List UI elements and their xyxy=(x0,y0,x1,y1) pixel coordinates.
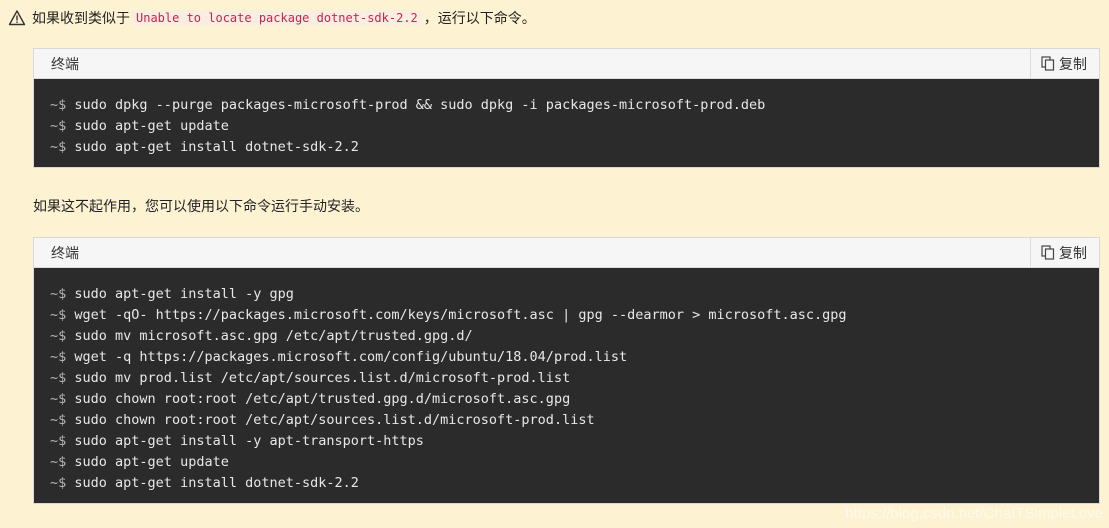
command-text: sudo mv prod.list /etc/apt/sources.list.… xyxy=(74,370,571,386)
copy-button[interactable]: 复制 xyxy=(1030,238,1099,267)
code-line: ~$ sudo apt-get update xyxy=(50,116,1083,137)
warning-triangle-icon xyxy=(8,10,26,26)
command-text: wget -q https://packages.microsoft.com/c… xyxy=(74,349,628,365)
command-text: sudo chown root:root /etc/apt/trusted.gp… xyxy=(74,391,571,407)
paragraph-text: 如果这不起作用，您可以使用以下命令运行手动安装。 xyxy=(33,199,369,215)
shell-prompt: ~$ xyxy=(50,454,67,470)
watermark-text: https://blog.csdn.net/ChaITSimpleLove xyxy=(845,505,1103,522)
terminal-body: ~$ sudo apt-get install -y gpg ~$ wget -q… xyxy=(34,268,1099,503)
code-line: ~$ sudo chown root:root /etc/apt/trusted… xyxy=(50,389,1083,410)
shell-prompt: ~$ xyxy=(50,307,67,323)
shell-prompt: ~$ xyxy=(50,118,67,134)
copy-label: 复制 xyxy=(1059,245,1087,262)
terminal-title: 终端 xyxy=(51,246,79,262)
command-text: sudo chown root:root /etc/apt/sources.li… xyxy=(74,412,595,428)
command-text: sudo dpkg --purge packages-microsoft-pro… xyxy=(74,97,766,113)
warning-note: 如果收到类似于 Unable to locate package dotnet-… xyxy=(8,7,536,29)
terminal-body: ~$ sudo dpkg --purge packages-microsoft-… xyxy=(34,79,1099,167)
inline-code-package: Unable to locate package dotnet-sdk-2.2 xyxy=(132,10,422,26)
command-text: sudo apt-get update xyxy=(74,454,229,470)
command-text: sudo apt-get install dotnet-sdk-2.2 xyxy=(74,139,359,155)
warning-suffix: ，运行以下命令。 xyxy=(423,11,536,27)
shell-prompt: ~$ xyxy=(50,433,67,449)
command-text: sudo apt-get install -y apt-transport-ht… xyxy=(74,433,424,449)
terminal-block-1: 终端 复制 ~$ sudo dpkg --purge packages-micr… xyxy=(33,48,1100,168)
code-line: ~$ sudo apt-get install -y gpg xyxy=(50,284,1083,305)
code-line: ~$ sudo apt-get install -y apt-transport… xyxy=(50,431,1083,452)
terminal-title: 终端 xyxy=(51,57,79,73)
code-line: ~$ sudo apt-get update xyxy=(50,452,1083,473)
code-line: ~$ sudo dpkg --purge packages-microsoft-… xyxy=(50,95,1083,116)
terminal-block-2: 终端 复制 ~$ sudo apt-get install -y gpg ~$ w… xyxy=(33,237,1100,504)
shell-prompt: ~$ xyxy=(50,139,67,155)
warning-prefix: 如果收到类似于 xyxy=(32,11,130,27)
code-line: ~$ sudo mv prod.list /etc/apt/sources.li… xyxy=(50,368,1083,389)
terminal-header: 终端 复制 xyxy=(34,238,1099,268)
command-text: sudo apt-get install -y gpg xyxy=(74,286,294,302)
shell-prompt: ~$ xyxy=(50,412,67,428)
command-text: sudo mv microsoft.asc.gpg /etc/apt/trust… xyxy=(74,328,473,344)
copy-icon xyxy=(1041,56,1055,71)
shell-prompt: ~$ xyxy=(50,370,67,386)
shell-prompt: ~$ xyxy=(50,391,67,407)
shell-prompt: ~$ xyxy=(50,475,67,491)
copy-label: 复制 xyxy=(1059,56,1087,73)
command-text: sudo apt-get install dotnet-sdk-2.2 xyxy=(74,475,359,491)
code-line: ~$ sudo mv microsoft.asc.gpg /etc/apt/tr… xyxy=(50,326,1083,347)
code-line: ~$ wget -qO- https://packages.microsoft.… xyxy=(50,305,1083,326)
code-line: ~$ sudo chown root:root /etc/apt/sources… xyxy=(50,410,1083,431)
code-line: ~$ wget -q https://packages.microsoft.co… xyxy=(50,347,1083,368)
shell-prompt: ~$ xyxy=(50,349,67,365)
copy-icon xyxy=(1041,245,1055,260)
code-line: ~$ sudo apt-get install dotnet-sdk-2.2 xyxy=(50,137,1083,158)
terminal-header: 终端 复制 xyxy=(34,49,1099,79)
copy-button[interactable]: 复制 xyxy=(1030,49,1099,78)
command-text: sudo apt-get update xyxy=(74,118,229,134)
command-text: wget -qO- https://packages.microsoft.com… xyxy=(74,307,847,323)
shell-prompt: ~$ xyxy=(50,328,67,344)
shell-prompt: ~$ xyxy=(50,286,67,302)
shell-prompt: ~$ xyxy=(50,97,67,113)
code-line: ~$ sudo apt-get install dotnet-sdk-2.2 xyxy=(50,473,1083,494)
